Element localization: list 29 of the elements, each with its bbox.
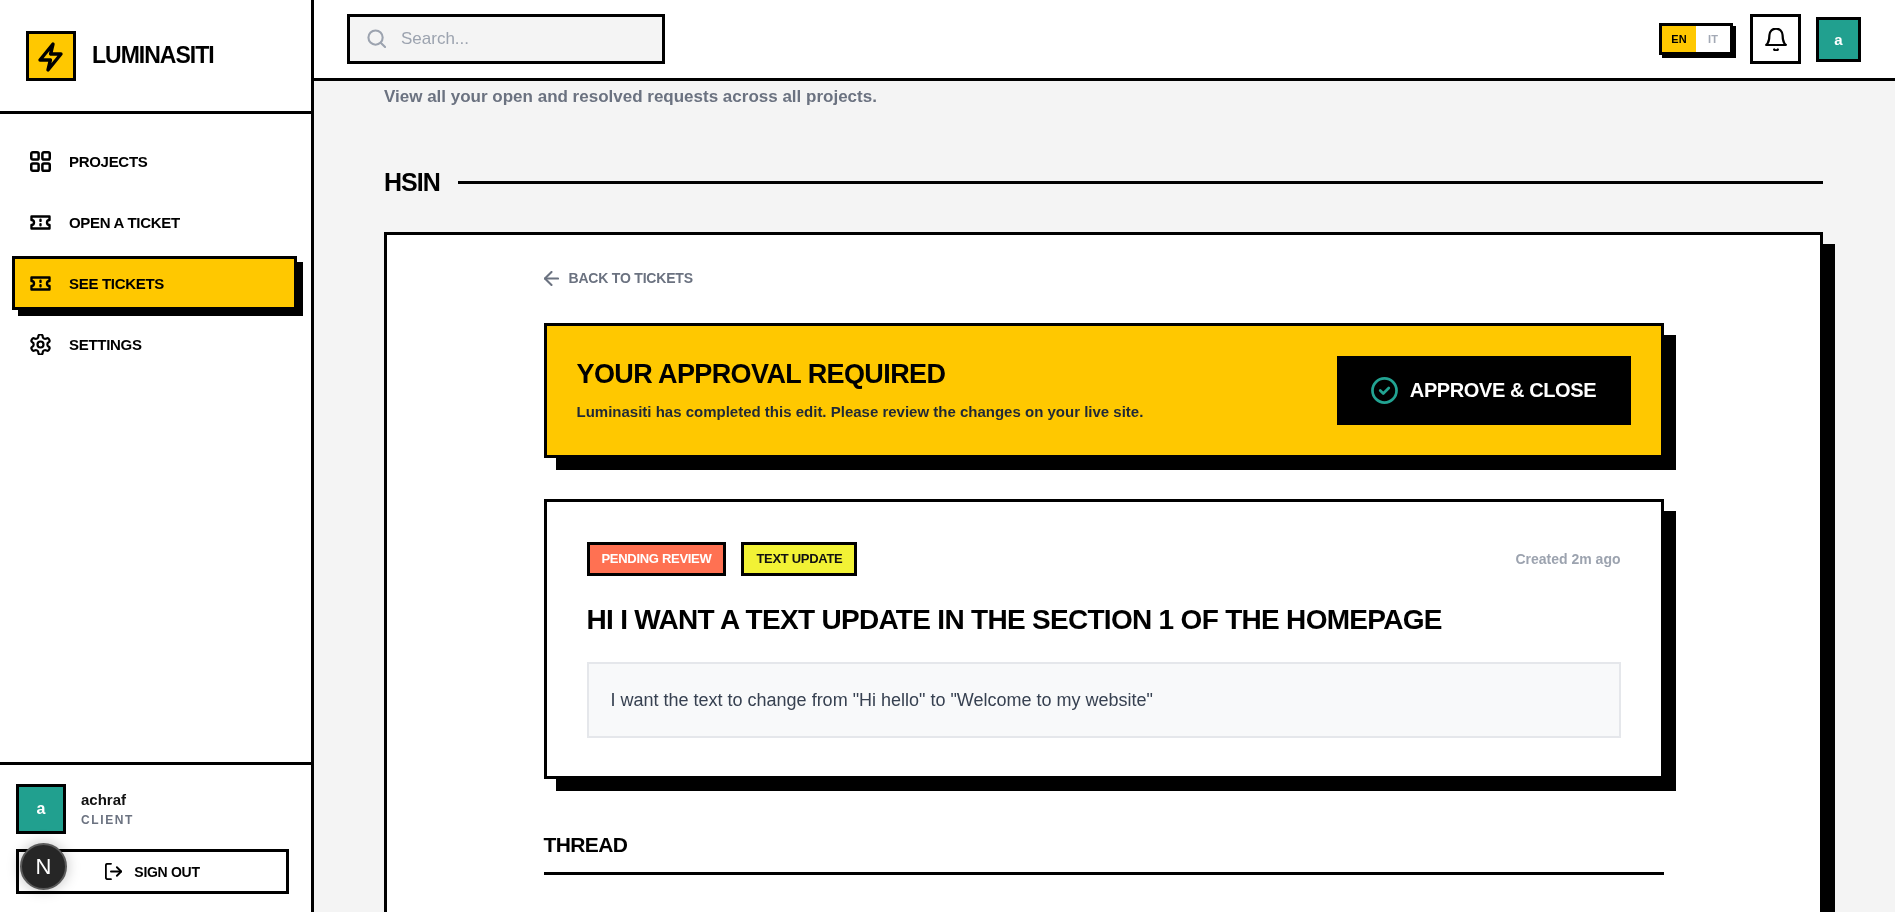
lightning-bolt-logo-icon: [26, 30, 76, 81]
nav-item[interactable]: PROJECTS: [12, 134, 297, 188]
approval-title: YOUR APPROVAL REQUIRED: [576, 358, 946, 391]
page-subtitle: View all your open and resolved requests across all projects.: [384, 86, 877, 108]
settings-icon: [30, 333, 51, 355]
created-time: Created 2m ago: [1515, 550, 1621, 567]
nav-item[interactable]: SETTINGS: [12, 317, 297, 371]
project-heading: HSIN: [384, 167, 440, 198]
ticket-title: HI I WANT A TEXT UPDATE IN THE SECTION 1 OF THE HOMEPAGE: [586, 602, 1442, 637]
nav-item[interactable]: OPEN A TICKET: [12, 195, 297, 249]
bell-icon: [1764, 27, 1787, 51]
user-name: achraf: [81, 791, 128, 808]
search-icon: [367, 29, 386, 48]
sign-out-icon: [105, 863, 123, 880]
search-field[interactable]: Search...: [347, 14, 665, 64]
language-option[interactable]: EN: [1662, 26, 1696, 52]
brand-name: LUMINASITI: [92, 42, 214, 69]
check-circle-icon: [1370, 376, 1398, 404]
user-role: CLIENT: [81, 813, 134, 827]
back-to-tickets-link[interactable]: BACK TO TICKETS: [543, 268, 693, 288]
ticket-description: I want the text to change from "Hi hello" to "Welcome to my website": [586, 661, 1621, 738]
thread-heading: THREAD: [543, 831, 628, 858]
approval-message: Luminasiti has completed this edit. Please review the changes on your live site.: [576, 402, 1144, 422]
grid-icon: [30, 150, 51, 172]
approve-and-close-button[interactable]: APPROVE & CLOSE: [1336, 355, 1631, 425]
ticket-tag: TEXT UPDATE: [741, 541, 858, 576]
notifications-button[interactable]: [1750, 14, 1801, 64]
user-avatar: a: [16, 784, 66, 834]
ticket-tag: PENDING REVIEW: [586, 541, 727, 576]
